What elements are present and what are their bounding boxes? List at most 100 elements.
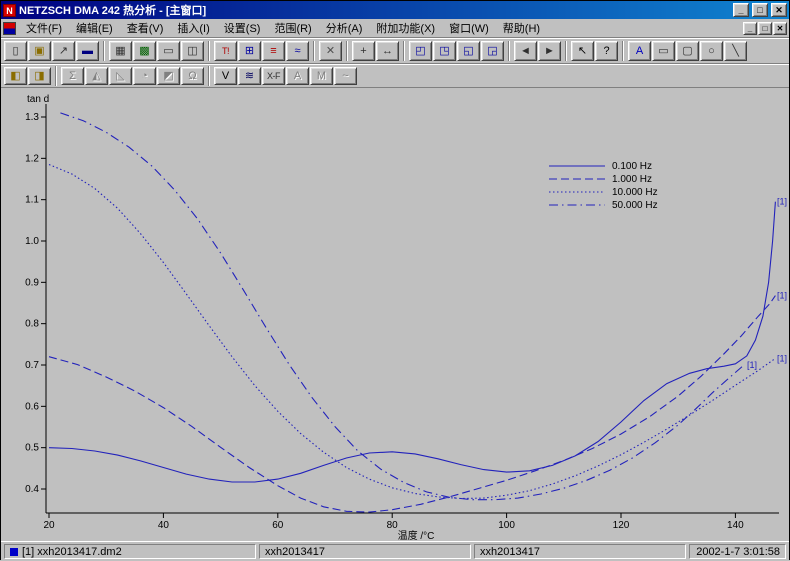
menu-bar-items: 文件(F) 编辑(E) 查看(V) 插入(I) 设置(S) 范围(R) 分析(A) 附加功能(… [19, 18, 547, 38]
analysis-sum-button[interactable]: Σ [61, 66, 84, 85]
analysis-onset-button[interactable]: ◺ [109, 66, 132, 85]
toolbar-separator [565, 40, 567, 61]
shift-left-button[interactable]: ◄ [514, 40, 537, 61]
x-tick-label: 100 [498, 520, 515, 531]
shift-right-button[interactable]: ► [538, 40, 561, 61]
roundrect-tool-button[interactable]: ▢ [676, 40, 699, 61]
zoom-window-button[interactable]: ◱ [457, 40, 480, 61]
curve-end-label-3: [1] [747, 360, 757, 370]
toolbar-separator [313, 40, 315, 61]
y-tick-label: 1.0 [25, 236, 39, 247]
mdi-window-controls: _ □ ✕ [743, 21, 787, 35]
menu-item-2[interactable]: 查看(V) [120, 18, 171, 38]
maximize-button[interactable]: □ [752, 3, 768, 17]
a-marker-button[interactable]: A [286, 66, 309, 85]
analysis-peak-button[interactable]: ◭ [85, 66, 108, 85]
wave-button[interactable]: ~ [334, 66, 357, 85]
fit-range-button[interactable]: ↔ [376, 40, 399, 61]
menu-item-1[interactable]: 编辑(E) [69, 18, 120, 38]
series-curve-1 [48, 295, 776, 513]
text-tool-button[interactable]: A [628, 40, 651, 61]
import-button[interactable]: ↗ [52, 40, 75, 61]
child-window-icon[interactable] [3, 21, 16, 35]
toolbar-separator [508, 40, 510, 61]
delete-button[interactable]: ✕ [319, 40, 342, 61]
context-help-button[interactable]: ? [595, 40, 618, 61]
y-tick-label: 0.7 [25, 360, 39, 371]
menu-item-9[interactable]: 帮助(H) [496, 18, 547, 38]
toolbar-separator [55, 65, 57, 86]
x-f-button[interactable]: X-F [262, 66, 285, 85]
data-table-button[interactable]: ≡ [262, 40, 285, 61]
save-button[interactable]: ▬ [76, 40, 99, 61]
legend-label-3: 50.000 Hz [612, 200, 658, 211]
preview-button[interactable]: ◫ [181, 40, 204, 61]
open-button[interactable]: ▣ [28, 40, 51, 61]
toolbar-separator [403, 40, 405, 61]
print-button[interactable]: ▭ [157, 40, 180, 61]
value-marker-button[interactable]: V [214, 66, 237, 85]
x-tick-label: 40 [158, 520, 170, 531]
tan-delta-chart: 0.4 0.5 0.6 0.7 0.8 0.9 1.0 1.1 1.2 1.3 20 40 60 80 10… [25, 94, 787, 541]
ellipse-tool-button[interactable]: ○ [700, 40, 723, 61]
segment-prev-button[interactable]: ◧ [4, 66, 27, 85]
copy-button[interactable]: ▦ [109, 40, 132, 61]
menu-item-3[interactable]: 插入(I) [170, 18, 216, 38]
close-button[interactable]: ✕ [771, 3, 787, 17]
mdi-restore-button[interactable]: □ [758, 21, 772, 35]
x-tick-label: 80 [387, 520, 399, 531]
rect-tool-button[interactable]: ▭ [652, 40, 675, 61]
legend-label-2: 10.000 Hz [612, 187, 658, 198]
y-tick-label: 0.9 [25, 277, 39, 288]
report-button[interactable]: ▩ [133, 40, 156, 61]
zoom-reset-button[interactable]: ◲ [481, 40, 504, 61]
menu-item-5[interactable]: 范围(R) [267, 18, 318, 38]
mdi-minimize-button[interactable]: _ [743, 21, 757, 35]
menu-item-6[interactable]: 分析(A) [319, 18, 370, 38]
minimize-button[interactable]: _ [733, 3, 749, 17]
zoom-y-button[interactable]: ◳ [433, 40, 456, 61]
status-file-text: [1] xxh2013417.dm2 [22, 545, 122, 558]
title-bar: N NETZSCH DMA 242 热分析 - [主窗口] _ □ ✕ [1, 1, 789, 19]
toolbar-analysis: ◧ ◨ Σ ◭ ◺ ◔ ◩ Ω V ≋ X-F A M ~ [1, 64, 789, 88]
analysis-glass-button[interactable]: ◩ [157, 66, 180, 85]
app-window: N NETZSCH DMA 242 热分析 - [主窗口] _ □ ✕ 文件(F… [0, 0, 790, 561]
status-sample1-text: xxh2013417 [265, 545, 325, 558]
curve-end-label-2: [1] [777, 353, 787, 363]
curve-list-button[interactable]: ≋ [238, 66, 261, 85]
m-marker-button[interactable]: M [310, 66, 333, 85]
select-arrow-button[interactable]: ↖ [571, 40, 594, 61]
curve-settings-button[interactable]: ≈ [286, 40, 309, 61]
legend-label-0: 0.100 Hz [612, 161, 652, 172]
x-tick-label: 60 [272, 520, 284, 531]
menu-item-0[interactable]: 文件(F) [19, 18, 69, 38]
mdi-close-button[interactable]: ✕ [773, 21, 787, 35]
curve-end-label-0: [1] [777, 197, 787, 207]
status-bar: [1] xxh2013417.dm2 xxh2013417 xxh2013417… [1, 541, 789, 561]
status-datetime-text: 2002-1-7 3:01:58 [696, 545, 780, 558]
segment-next-button[interactable]: ◨ [28, 66, 51, 85]
analysis-area-button[interactable]: ◔ [133, 66, 156, 85]
analysis-omega-button[interactable]: Ω [181, 66, 204, 85]
status-sample1-panel: xxh2013417 [259, 544, 471, 559]
y-tick-label: 0.5 [25, 443, 39, 454]
toolbar-separator [208, 40, 210, 61]
toolbar-separator [208, 65, 210, 86]
menu-item-8[interactable]: 窗口(W) [442, 18, 496, 38]
axis-settings-button[interactable]: ⊞ [238, 40, 261, 61]
crosshair-button[interactable]: + [352, 40, 375, 61]
x-tick-label: 20 [43, 520, 55, 531]
line-tool-button[interactable]: ╲ [724, 40, 747, 61]
menu-item-4[interactable]: 设置(S) [217, 18, 268, 38]
status-sample2-panel: xxh2013417 [474, 544, 686, 559]
series-curve-2 [48, 163, 776, 500]
menu-item-7[interactable]: 附加功能(X) [369, 18, 442, 38]
new-button[interactable]: ▯ [4, 40, 27, 61]
zoom-x-button[interactable]: ◰ [409, 40, 432, 61]
y-axis-title: tan d [27, 94, 49, 105]
insert-text-button[interactable]: T! [214, 40, 237, 61]
y-tick-label: 1.1 [25, 195, 39, 206]
chart-area: 0.4 0.5 0.6 0.7 0.8 0.9 1.0 1.1 1.2 1.3 20 40 60 80 10… [1, 88, 789, 541]
x-tick-label: 140 [727, 520, 744, 531]
legend-label-1: 1.000 Hz [612, 174, 652, 185]
